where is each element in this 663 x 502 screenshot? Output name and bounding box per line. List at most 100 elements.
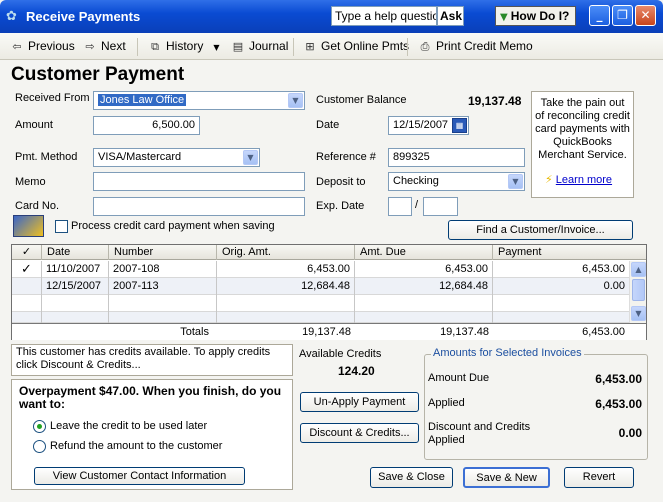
customer-balance-value: 19,137.48 [468,94,522,108]
table-header: ✓ Date Number Orig. Amt. Amt. Due Paymen… [12,245,646,260]
row-orig-amt: 12,684.48 [217,278,355,295]
row-payment[interactable]: 6,453.00 [493,261,629,278]
empty-cell [355,295,493,312]
available-credits-value: 124.20 [338,364,375,378]
refund-label[interactable]: Refund the amount to the customer [50,440,222,452]
minimize-button[interactable]: _ [589,5,610,26]
scroll-up-icon[interactable]: ▲ [631,262,646,277]
next-arrow-icon: ⇨ [85,40,95,53]
amount-field[interactable]: 6,500.00 [93,116,200,135]
page-title: Customer Payment [11,64,185,85]
maximize-button[interactable]: ❐ [612,5,633,26]
deposit-to-combo[interactable]: Checking ▼ [388,172,525,191]
next-button[interactable]: ⇨ Next [83,39,125,55]
row-payment[interactable]: 0.00 [493,278,629,295]
credits-message-panel: This customer has credits available. To … [11,344,293,376]
table-scrollbar[interactable]: ▲ ▼ [629,261,646,323]
find-customer-invoice-button[interactable]: Find a Customer/Invoice... [448,220,633,240]
save-close-button[interactable]: Save & Close [370,467,453,488]
pmt-method-combo[interactable]: VISA/Mastercard ▼ [93,148,260,167]
header-orig-amt[interactable]: Orig. Amt. [217,245,355,260]
journal-label: Journal [249,39,289,53]
chevron-down-icon[interactable]: ▼ [508,174,523,189]
help-search-input[interactable]: Type a help question [331,6,437,26]
reference-label: Reference # [316,151,376,163]
row-check[interactable] [12,278,42,295]
toolbar-divider [407,38,408,56]
print-credit-memo-label: Print Credit Memo [436,39,533,53]
chevron-down-icon: ▼ [213,43,220,52]
received-from-value: Jones Law Office [98,94,187,106]
empty-cell [217,312,355,323]
date-field[interactable]: 12/15/2007 ▦ [388,116,469,135]
overpayment-panel: Overpayment $47.00. When you finish, do … [11,379,293,490]
chevron-down-icon[interactable]: ▼ [288,93,303,108]
header-payment[interactable]: Payment [493,245,646,260]
table-row-empty[interactable] [12,295,629,312]
credit-card-icon[interactable] [13,215,44,237]
view-contact-button[interactable]: View Customer Contact Information [34,467,245,485]
received-from-combo[interactable]: Jones Law Office ▼ [93,91,305,110]
empty-cell [12,312,42,323]
how-do-i-button[interactable]: ▼ How Do I? [495,6,576,26]
header-check[interactable]: ✓ [12,245,42,260]
previous-arrow-icon: ⇦ [12,40,22,53]
exp-year-field[interactable] [423,197,458,216]
empty-cell [217,295,355,312]
table-row[interactable]: 12/15/2007 2007-113 12,684.48 12,684.48 … [12,278,629,295]
credits-message: This customer has credits available. To … [16,346,271,371]
empty-cell [12,295,42,312]
deposit-to-value: Checking [393,175,439,187]
scroll-down-icon[interactable]: ▼ [631,306,646,321]
row-amt-due: 12,684.48 [355,278,493,295]
save-new-button[interactable]: Save & New [463,467,550,488]
print-credit-memo-button[interactable]: ⎙ Print Credit Memo [418,39,533,55]
journal-button[interactable]: ▤ Journal [231,39,289,55]
empty-cell [42,312,109,323]
row-date: 11/10/2007 [42,261,109,278]
online-payments-icon: ⊞ [305,40,315,53]
previous-button[interactable]: ⇦ Previous [10,39,74,55]
applied-label: Applied [428,397,465,409]
empty-cell [42,295,109,312]
pmt-method-label: Pmt. Method [15,151,78,163]
ask-button[interactable]: Ask [437,6,464,26]
revert-button[interactable]: Revert [564,467,634,488]
discount-credits-applied-label: Discount and Credits Applied [428,421,531,446]
memo-field[interactable] [93,172,305,191]
learn-more-link[interactable]: Learn more [556,174,612,186]
header-date[interactable]: Date [42,245,109,260]
leave-credit-radio[interactable] [33,420,46,433]
history-button[interactable]: ⧉ History ▼ [148,39,220,55]
customer-balance-label: Customer Balance [316,94,407,106]
table-row[interactable]: ✓ 11/10/2007 2007-108 6,453.00 6,453.00 … [12,261,629,278]
title-bar: ✿ Receive Payments Type a help question … [0,0,663,33]
scrollbar-thumb[interactable] [632,279,645,301]
leave-credit-label[interactable]: Leave the credit to be used later [50,420,207,432]
printer-icon: ⎙ [420,40,430,53]
totals-amt-due: 19,137.48 [440,326,489,338]
reference-field[interactable]: 899325 [388,148,525,167]
card-no-field[interactable] [93,197,305,216]
chevron-down-icon[interactable]: ▼ [243,150,258,165]
exp-date-separator: / [415,199,419,211]
row-date: 12/15/2007 [42,278,109,295]
totals-label: Totals [180,326,209,338]
empty-cell [355,312,493,323]
get-online-pmts-button[interactable]: ⊞ Get Online Pmts [303,39,409,55]
process-cc-checkbox[interactable] [55,220,68,233]
calendar-icon[interactable]: ▦ [452,118,467,133]
refund-radio[interactable] [33,440,46,453]
deposit-to-label: Deposit to [316,176,366,188]
header-amt-due[interactable]: Amt. Due [355,245,493,260]
discount-credits-button[interactable]: Discount & Credits... [300,423,419,443]
row-check[interactable]: ✓ [12,261,42,278]
exp-month-field[interactable] [388,197,412,216]
close-button[interactable]: ✕ [635,5,656,26]
lightning-icon: ⚡ [545,173,553,186]
amount-due-value: 6,453.00 [595,372,642,386]
header-number[interactable]: Number [109,245,217,260]
totals-payment: 6,453.00 [582,326,625,338]
table-row-empty[interactable] [12,312,629,323]
unapply-payment-button[interactable]: Un-Apply Payment [300,392,419,412]
